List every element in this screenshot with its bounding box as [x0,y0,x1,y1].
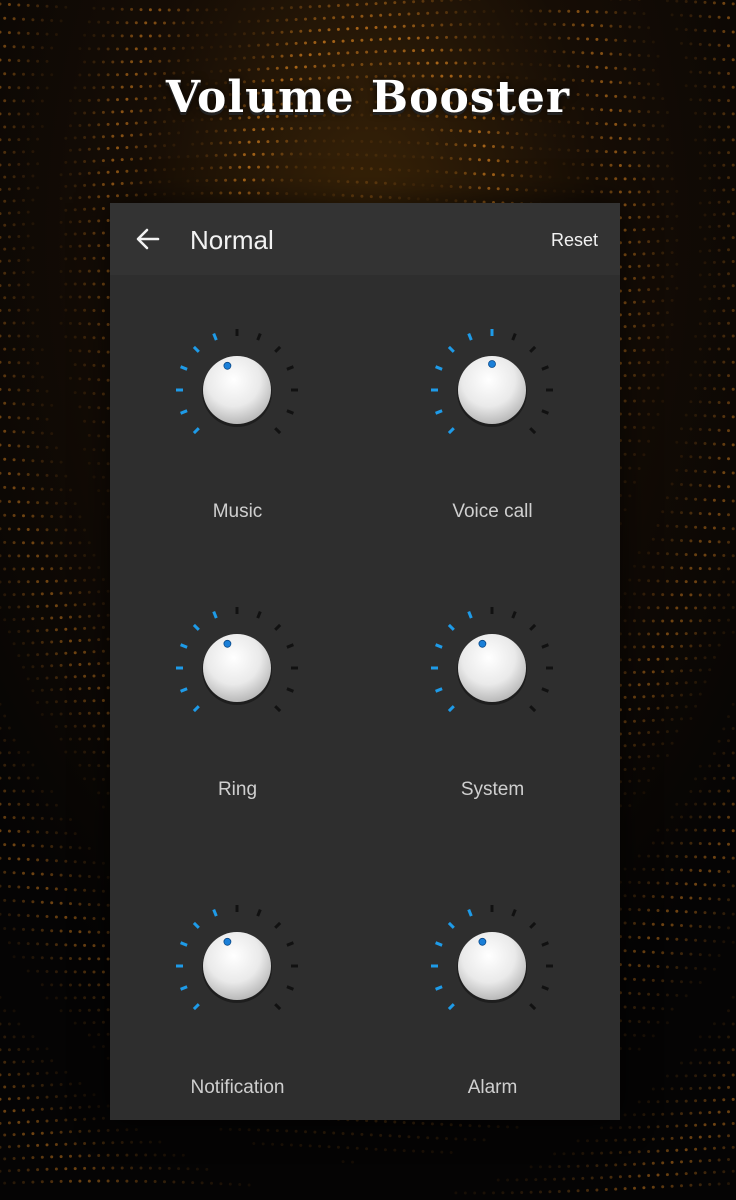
knob-tick [447,345,455,353]
knob-tick [274,427,282,435]
knob-cell-ring: Ring [110,603,365,873]
knob-tick [286,985,294,991]
knob-cell-system: System [365,603,620,873]
knob-tick [447,705,455,713]
knob-indicator-dot [223,639,232,648]
knob-tick [180,365,188,371]
knob-label-notification: Notification [190,1077,285,1098]
knob-indicator-dot [488,360,496,368]
knob-tick [529,427,537,435]
knob-body [458,634,526,702]
knob-tick [212,909,218,917]
knob-tick [541,365,549,371]
knob-tick [529,705,537,713]
reset-button[interactable]: Reset [551,230,598,251]
ring-volume-knob[interactable] [172,603,302,733]
knob-cell-alarm: Alarm [365,901,620,1171]
knob-tick [286,365,294,371]
knob-tick [286,409,294,415]
knob-tick [435,941,443,947]
knob-tick [180,409,188,415]
knob-tick [541,409,549,415]
knob-tick [435,409,443,415]
knob-tick [286,941,294,947]
knob-tick [274,345,282,353]
knob-tick [447,1003,455,1011]
knob-tick [274,705,282,713]
knob-tick [212,333,218,341]
voice-call-volume-knob[interactable] [427,325,557,455]
knob-cell-voice-call: Voice call [365,325,620,595]
knob-tick [192,623,200,631]
notification-volume-knob[interactable] [172,901,302,1031]
knob-tick [467,909,473,917]
knob-cell-notification: Notification [110,901,365,1171]
knob-indicator-dot [478,639,487,648]
knob-tick [529,623,537,631]
knob-tick [192,345,200,353]
knob-tick [192,921,200,929]
toolbar: Normal Reset [110,203,620,275]
knob-indicator-dot [223,361,232,370]
knob-tick [286,687,294,693]
knob-tick [529,1003,537,1011]
knob-tick [212,611,218,619]
knob-body [203,932,271,1000]
knob-body [203,356,271,424]
knob-tick [180,941,188,947]
knob-tick [529,345,537,353]
knob-tick [274,623,282,631]
knob-label-voice-call: Voice call [452,501,533,522]
knob-tick [447,427,455,435]
knob-tick [435,687,443,693]
knob-tick [541,643,549,649]
knob-tick [447,623,455,631]
knob-tick [274,1003,282,1011]
knob-label-music: Music [212,501,263,522]
knob-body [203,634,271,702]
system-volume-knob[interactable] [427,603,557,733]
knob-tick [274,921,282,929]
arrow-left-icon [136,228,160,250]
knob-tick [467,333,473,341]
knob-label-alarm: Alarm [467,1077,518,1098]
knob-tick [447,921,455,929]
knob-grid: Music Voice call Ring System Notificatio… [110,275,620,1120]
knob-tick [286,643,294,649]
back-button[interactable] [132,223,164,255]
app-screen: Normal Reset Music Voice call Ring Syste… [110,203,620,1120]
knob-tick [192,1003,200,1011]
knob-tick [192,705,200,713]
knob-tick [256,333,262,341]
knob-cell-music: Music [110,325,365,595]
page-title: Normal [190,225,274,255]
knob-tick [256,611,262,619]
knob-tick [467,611,473,619]
knob-tick [541,941,549,947]
music-volume-knob[interactable] [172,325,302,455]
alarm-volume-knob[interactable] [427,901,557,1031]
promo-title: Volume Booster [165,72,571,123]
knob-body [458,932,526,1000]
knob-tick [435,365,443,371]
knob-tick [180,643,188,649]
knob-tick [180,985,188,991]
knob-tick [435,643,443,649]
knob-tick [435,985,443,991]
knob-tick [256,909,262,917]
knob-tick [541,985,549,991]
knob-label-ring: Ring [217,779,258,800]
knob-tick [511,611,517,619]
knob-tick [511,909,517,917]
knob-label-system: System [460,779,525,800]
knob-tick [192,427,200,435]
knob-indicator-dot [478,937,487,946]
knob-indicator-dot [223,937,232,946]
knob-tick [180,687,188,693]
knob-tick [529,921,537,929]
knob-tick [511,333,517,341]
knob-tick [541,687,549,693]
